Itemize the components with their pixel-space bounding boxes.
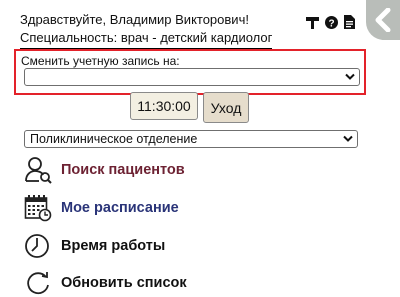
- exit-button[interactable]: Уход: [203, 92, 249, 123]
- department-select-value: Поликлиническое отделение: [30, 132, 198, 146]
- collapse-panel-button[interactable]: [366, 0, 400, 40]
- menu-item-label: Мое расписание: [61, 200, 179, 216]
- svg-text:?: ?: [328, 18, 334, 29]
- greeting-text: Здравствуйте, Владимир Викторович!: [20, 12, 249, 27]
- user-greeting: Здравствуйте, Владимир Викторович! Специ…: [20, 11, 273, 49]
- chevron-down-icon: [343, 135, 353, 142]
- patient-search-icon: [25, 157, 52, 184]
- session-time-button[interactable]: 11:30:00: [130, 92, 198, 120]
- chevron-left-icon: [375, 8, 391, 32]
- menu-item-label: Время работы: [61, 238, 166, 254]
- document-icon[interactable]: [344, 15, 355, 29]
- header-toolbar: ?: [306, 15, 355, 29]
- account-select[interactable]: [24, 68, 360, 86]
- refresh-icon: [27, 272, 49, 295]
- chevron-down-icon: [345, 73, 355, 80]
- menu-item-label: Поиск пациентов: [61, 162, 185, 178]
- clock-icon: [25, 234, 49, 258]
- menu-item-patient-search[interactable]: Поиск пациентов: [24, 156, 185, 184]
- menu-item-refresh-list[interactable]: Обновить список: [24, 269, 187, 297]
- menu-item-label: Обновить список: [61, 275, 187, 291]
- specialty-text: Специальность: врач - детский кардиолог: [20, 29, 273, 49]
- menu-item-work-time[interactable]: Время работы: [24, 232, 165, 260]
- menu-item-my-schedule[interactable]: Мое расписание: [24, 194, 179, 222]
- filter-icon[interactable]: [306, 16, 319, 29]
- account-switch-label: Сменить учетную запись на:: [21, 54, 180, 68]
- calendar-icon: [24, 195, 52, 222]
- department-select[interactable]: Поликлиническое отделение: [24, 130, 358, 148]
- help-icon[interactable]: ?: [325, 15, 338, 29]
